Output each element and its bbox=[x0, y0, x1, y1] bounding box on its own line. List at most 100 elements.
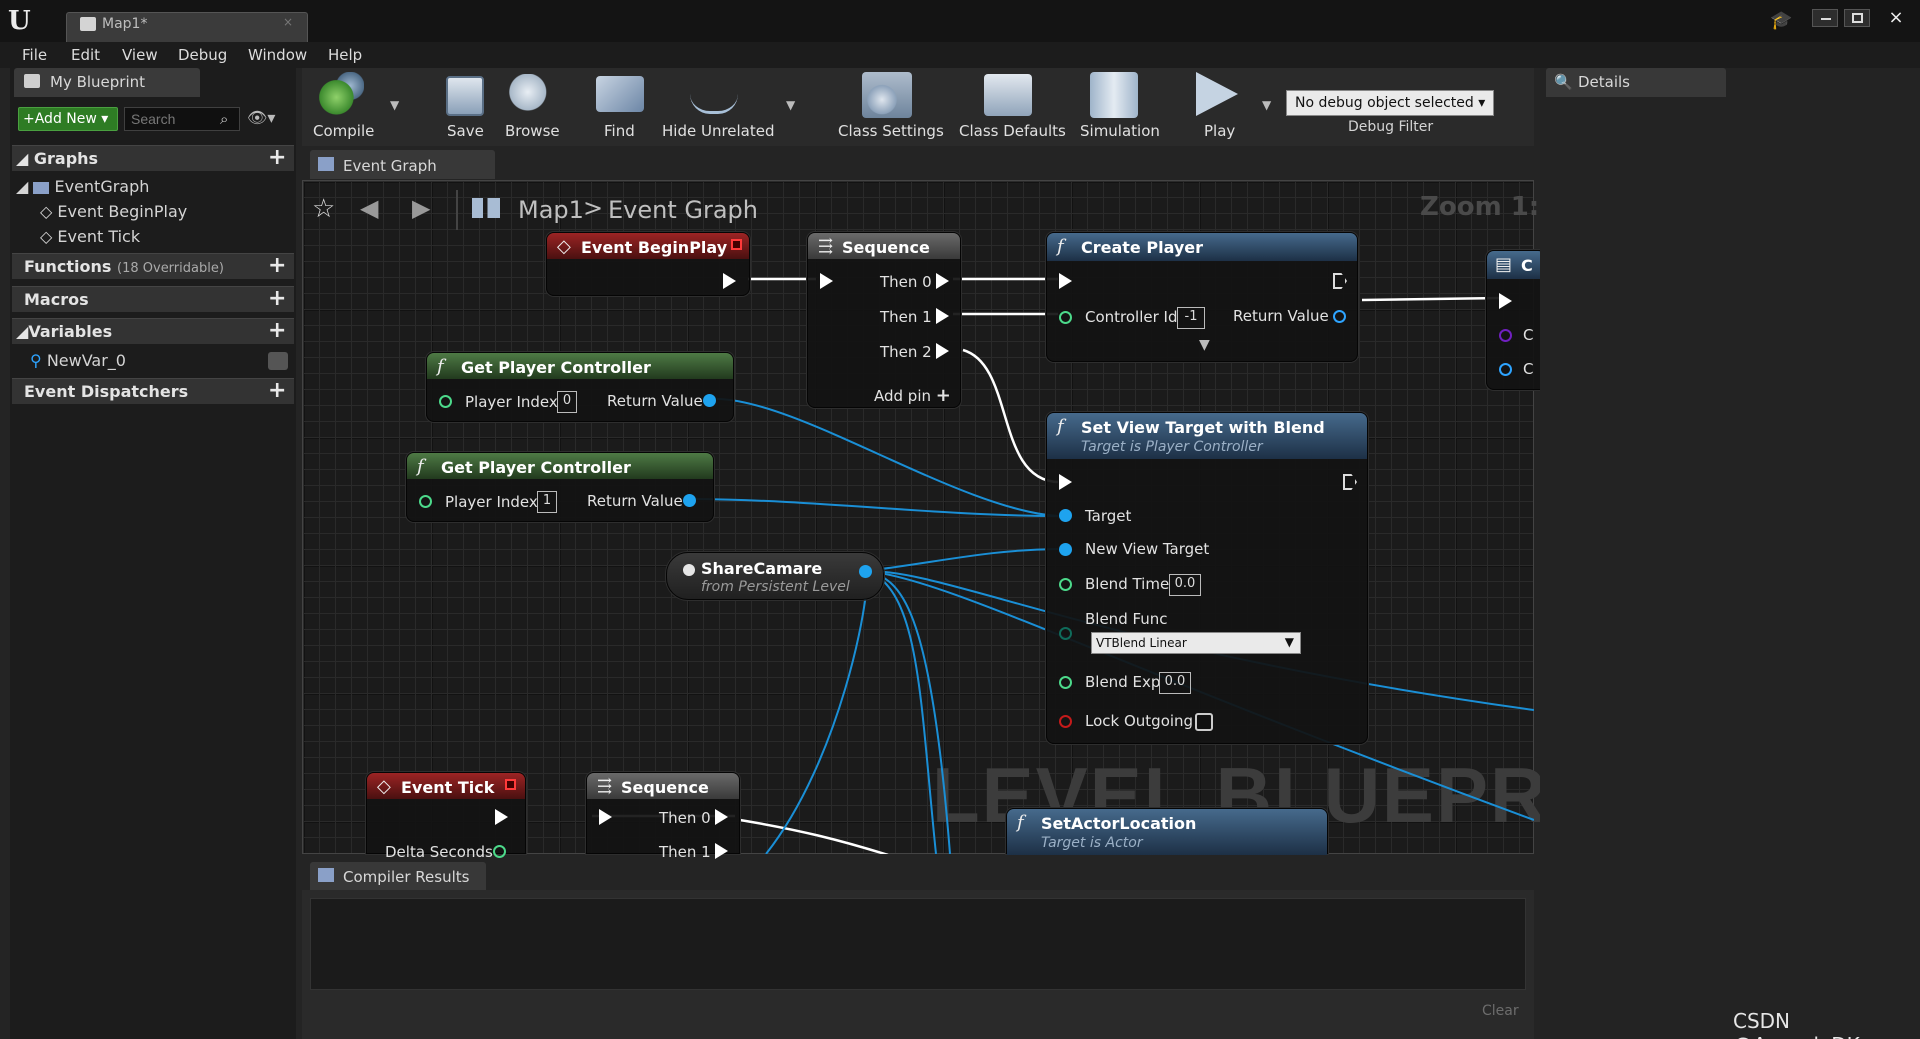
clear-button[interactable]: Clear bbox=[1482, 1003, 1519, 1019]
exec-input-pin[interactable] bbox=[820, 273, 833, 289]
hide-unrelated-icon[interactable] bbox=[690, 74, 738, 114]
browse-icon[interactable] bbox=[508, 74, 552, 114]
hide-unrelated-button-label[interactable]: Hide Unrelated bbox=[662, 122, 775, 140]
lock-outgoing-checkbox[interactable] bbox=[1195, 713, 1213, 731]
search-icon[interactable]: ⌕ bbox=[220, 110, 228, 128]
menu-debug[interactable]: Debug bbox=[178, 46, 227, 64]
node-partial-offscreen[interactable]: ▤ C C C bbox=[1486, 250, 1546, 390]
blend-exp-field[interactable]: 0.0 bbox=[1159, 672, 1191, 694]
node-event-beginplay[interactable]: ◇ Event BeginPlay bbox=[546, 232, 750, 296]
save-icon[interactable] bbox=[446, 76, 484, 116]
delegate-pin-icon[interactable] bbox=[731, 239, 742, 250]
close-tab-icon[interactable]: × bbox=[283, 15, 293, 29]
controller-id-field[interactable]: -1 bbox=[1177, 307, 1205, 329]
menu-view[interactable]: View bbox=[122, 46, 158, 64]
play-button-label[interactable]: Play bbox=[1204, 122, 1235, 140]
close-window-button[interactable]: × bbox=[1876, 7, 1916, 29]
find-button-label[interactable]: Find bbox=[604, 122, 635, 140]
node-get-player-controller-0[interactable]: f Get Player Controller Player Index 0 Re… bbox=[426, 352, 734, 422]
class-defaults-button-label[interactable]: Class Defaults bbox=[959, 122, 1066, 140]
player-index-pin[interactable] bbox=[439, 395, 452, 408]
exec-output-then0[interactable] bbox=[715, 809, 728, 825]
exec-output-pin[interactable] bbox=[1333, 273, 1347, 289]
exec-output-pin[interactable] bbox=[495, 809, 508, 825]
play-options-arrow-icon[interactable]: ▼ bbox=[1262, 98, 1271, 112]
hide-unrelated-options-arrow-icon[interactable]: ▼ bbox=[786, 98, 795, 112]
new-view-target-pin[interactable] bbox=[1059, 543, 1072, 556]
menu-edit[interactable]: Edit bbox=[71, 46, 100, 64]
controller-id-pin[interactable] bbox=[1059, 311, 1072, 324]
object-pin[interactable] bbox=[1499, 363, 1512, 376]
menu-help[interactable]: Help bbox=[328, 46, 362, 64]
menu-file[interactable]: File bbox=[22, 46, 47, 64]
add-pin-button[interactable]: Add pin + bbox=[874, 385, 951, 406]
delegate-pin-icon[interactable] bbox=[505, 779, 516, 790]
node-sequence[interactable]: ⇶ Sequence Then 0 Then 1 Then 2 Add pin + bbox=[807, 232, 961, 408]
save-button-label[interactable]: Save bbox=[447, 122, 484, 140]
blend-func-select[interactable]: VTBlend Linear ▼ bbox=[1091, 632, 1301, 654]
class-settings-icon[interactable] bbox=[862, 72, 912, 118]
return-value-pin[interactable] bbox=[1333, 310, 1346, 323]
node-get-player-controller-1[interactable]: f Get Player Controller Player Index 1 Re… bbox=[406, 452, 714, 522]
minimize-window-button[interactable] bbox=[1812, 9, 1838, 27]
player-index-field[interactable]: 0 bbox=[557, 391, 577, 413]
compile-icon[interactable] bbox=[318, 72, 364, 118]
add-event-dispatcher-button[interactable]: + bbox=[268, 378, 286, 403]
class-defaults-icon[interactable] bbox=[984, 74, 1032, 116]
node-create-player[interactable]: f Create Player Controller Id -1 Return V… bbox=[1046, 232, 1358, 362]
browse-button-label[interactable]: Browse bbox=[505, 122, 560, 140]
delta-seconds-pin[interactable] bbox=[493, 845, 506, 858]
exec-output-pin[interactable] bbox=[723, 273, 736, 289]
lock-outgoing-pin[interactable] bbox=[1059, 715, 1072, 728]
simulation-icon[interactable] bbox=[1090, 72, 1138, 118]
class-settings-button-label[interactable]: Class Settings bbox=[838, 122, 944, 140]
exec-output-pin[interactable] bbox=[1343, 474, 1357, 490]
blend-func-pin[interactable] bbox=[1059, 627, 1072, 640]
target-pin[interactable] bbox=[1059, 509, 1072, 522]
return-value-pin[interactable] bbox=[703, 394, 716, 407]
node-set-actor-location[interactable]: f SetActorLocation Target is Actor bbox=[1006, 808, 1328, 855]
blend-time-field[interactable]: 0.0 bbox=[1169, 574, 1201, 596]
compile-button-label[interactable]: Compile bbox=[313, 122, 374, 140]
player-index-field[interactable]: 1 bbox=[537, 491, 557, 513]
compile-options-arrow-icon[interactable]: ▼ bbox=[390, 98, 399, 112]
graduation-cap-icon[interactable]: 🎓 bbox=[1770, 10, 1792, 31]
add-variable-button[interactable]: + bbox=[268, 318, 286, 343]
tree-item-event-beginplay[interactable]: ◇ Event BeginPlay bbox=[40, 202, 187, 221]
find-icon[interactable] bbox=[596, 76, 644, 112]
exec-input-pin[interactable] bbox=[1059, 273, 1072, 289]
exec-output-then2[interactable] bbox=[936, 343, 949, 359]
exec-output-then1[interactable] bbox=[715, 843, 728, 859]
add-function-button[interactable]: + bbox=[268, 253, 286, 278]
variable-item-newvar[interactable]: ⚲ NewVar_0 bbox=[30, 351, 126, 370]
return-value-pin[interactable] bbox=[683, 494, 696, 507]
tree-item-event-tick[interactable]: ◇ Event Tick bbox=[40, 227, 140, 246]
add-new-button[interactable]: +Add New ▾ bbox=[18, 107, 118, 131]
variable-type-icon[interactable] bbox=[268, 352, 288, 370]
add-graph-button[interactable]: + bbox=[268, 145, 286, 170]
menu-window[interactable]: Window bbox=[248, 46, 307, 64]
node-share-camera-reference[interactable]: ShareCamare from Persistent Level bbox=[666, 552, 884, 600]
debug-object-select[interactable]: No debug object selected ▾ bbox=[1286, 90, 1494, 116]
exec-input-pin[interactable] bbox=[1059, 474, 1072, 490]
blend-time-pin[interactable] bbox=[1059, 578, 1072, 591]
blend-exp-pin[interactable] bbox=[1059, 676, 1072, 689]
compiler-output-area[interactable] bbox=[310, 898, 1526, 990]
node-event-tick[interactable]: ◇ Event Tick Delta Seconds bbox=[366, 772, 526, 861]
add-macro-button[interactable]: + bbox=[268, 286, 286, 311]
exec-input-pin[interactable] bbox=[599, 809, 612, 825]
play-icon[interactable] bbox=[1196, 72, 1238, 116]
expand-arrow-icon[interactable]: ▼ bbox=[1199, 337, 1210, 353]
camera-output-pin[interactable] bbox=[859, 565, 872, 578]
maximize-window-button[interactable] bbox=[1844, 9, 1870, 27]
exec-input-pin[interactable] bbox=[1499, 293, 1512, 309]
exec-output-then1[interactable] bbox=[936, 308, 949, 324]
player-index-pin[interactable] bbox=[419, 495, 432, 508]
node-set-view-target-with-blend[interactable]: f Set View Target with Blend Target is Pla… bbox=[1046, 412, 1368, 744]
class-pin[interactable] bbox=[1499, 329, 1512, 342]
simulation-button-label[interactable]: Simulation bbox=[1080, 122, 1160, 140]
tree-item-eventgraph[interactable]: ◢ EventGraph bbox=[16, 177, 149, 196]
node-sequence-tick[interactable]: ⇶ Sequence Then 0 Then 1 bbox=[586, 772, 740, 861]
tab-details[interactable] bbox=[1546, 68, 1726, 97]
eye-icon[interactable]: 👁▾ bbox=[247, 108, 275, 127]
